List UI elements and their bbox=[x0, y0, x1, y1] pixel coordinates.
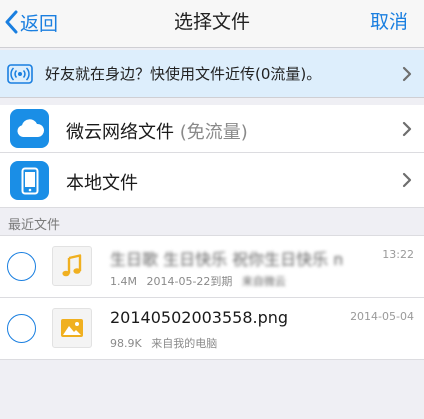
local-files-label: 本地文件 bbox=[66, 173, 138, 194]
file-source: 来自我的电脑 bbox=[151, 337, 218, 350]
recent-files-header: 最近文件 bbox=[0, 208, 424, 236]
file-date: 2014-05-04 bbox=[350, 310, 414, 323]
free-traffic-note: (免流量) bbox=[179, 122, 248, 143]
file-size: 1.4M bbox=[110, 275, 137, 288]
cancel-button[interactable]: 取消 bbox=[370, 6, 408, 38]
back-label: 返回 bbox=[20, 12, 59, 35]
phone-icon bbox=[10, 161, 49, 200]
cloud-icon bbox=[10, 109, 49, 148]
navigation-bar: 返回 选择文件 取消 bbox=[0, 0, 424, 48]
weiyun-cloud-files-label: 微云网络文件 (免流量) bbox=[66, 118, 248, 144]
banner-text: 好友就在身边？快使用文件近传(0流量)。 bbox=[45, 65, 322, 83]
list-item[interactable]: 20140502003558.png 2014-05-04 98.9K 来自我的… bbox=[0, 298, 424, 360]
local-files-row[interactable]: 本地文件 bbox=[0, 153, 424, 208]
music-note-icon bbox=[52, 246, 92, 286]
file-size: 98.9K bbox=[110, 337, 142, 350]
list-item[interactable]: 生日歌 生日快乐 祝你生日快乐 mp3 13:22 1.4M 2014-05-2… bbox=[0, 236, 424, 298]
weiyun-cloud-files-row[interactable]: 微云网络文件 (免流量) bbox=[0, 105, 424, 153]
weiyun-cloud-files-name: 微云网络文件 bbox=[66, 122, 174, 143]
select-radio[interactable] bbox=[7, 314, 36, 343]
radio-broadcast-icon bbox=[7, 64, 33, 84]
file-source: 来自微云 bbox=[241, 275, 286, 288]
file-date: 13:22 bbox=[382, 248, 414, 261]
page-title: 选择文件 bbox=[173, 11, 250, 33]
chevron-right-icon bbox=[402, 172, 412, 188]
nearby-transfer-banner[interactable]: 好友就在身边？快使用文件近传(0流量)。 bbox=[0, 50, 424, 98]
back-button[interactable]: 返回 bbox=[4, 6, 58, 38]
file-name: 生日歌 生日快乐 祝你生日快乐 mp3 bbox=[110, 250, 342, 269]
chevron-left-icon bbox=[5, 10, 18, 34]
file-meta: 98.9K 来自我的电脑 bbox=[110, 335, 223, 351]
chevron-right-icon bbox=[402, 66, 412, 82]
chevron-right-icon bbox=[402, 121, 412, 137]
select-radio[interactable] bbox=[7, 252, 36, 281]
file-expiry: 2014-05-22到期 bbox=[146, 275, 233, 288]
file-name: 20140502003558.png bbox=[110, 308, 289, 327]
file-meta: 1.4M 2014-05-22到期 来自微云 bbox=[110, 273, 292, 289]
recent-files-header-label: 最近文件 bbox=[8, 218, 61, 233]
image-icon bbox=[52, 308, 92, 348]
